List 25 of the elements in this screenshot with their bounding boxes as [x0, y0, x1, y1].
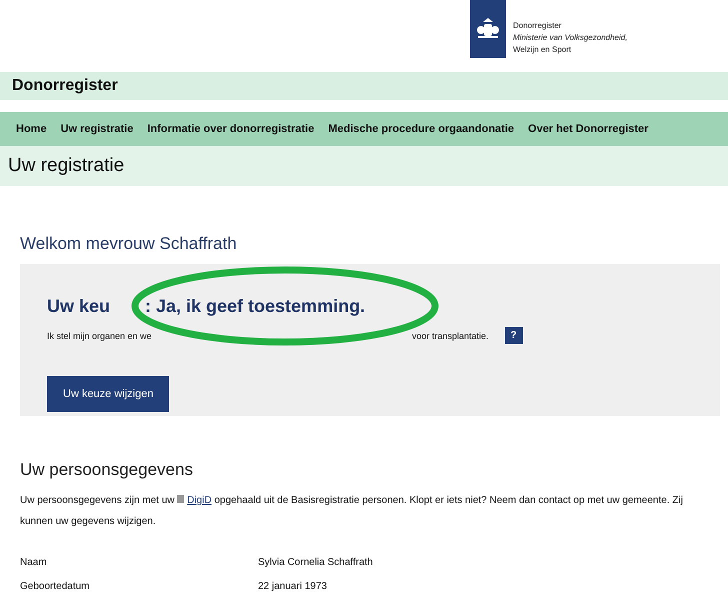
choice-text: voor transplantatie.	[412, 330, 489, 340]
change-choice-button[interactable]: Uw keuze wijzigen	[47, 376, 170, 412]
field-label: Naam	[20, 556, 48, 568]
digid-icon	[177, 495, 184, 503]
field-value: 22 januari 1973	[258, 580, 327, 592]
choice-heading: Uw keu	[47, 296, 110, 316]
page-title: Uw registratie	[8, 155, 124, 177]
logo-text: Donorregister	[513, 20, 562, 32]
site-title: Donorregister	[12, 77, 118, 95]
nav-link[interactable]: Over het Donorregister	[528, 123, 648, 135]
logo-text: Welzijn en Sport	[513, 44, 572, 56]
nav-link[interactable]: Informatie over donorregistratie	[147, 123, 314, 135]
info-paragraph: Uw persoonsgegevens zijn met uw DigiD opgehaald uit de Basisregistratie personen. Klopt er iets niet? Neem dan contact op met uw gemeente. Zij kunnen uw gegevens wijzigen.	[20, 494, 684, 529]
logo-text: Ministerie van Volksgezondheid,	[513, 32, 628, 44]
nav-link[interactable]: Medische procedure orgaandonatie	[328, 123, 514, 135]
field-value: Sylvia Cornelia Schaffrath	[258, 556, 373, 568]
choice-text: Ik stel mijn organen en we	[47, 330, 152, 340]
nav-link[interactable]: Uw registratie	[60, 123, 134, 135]
welcome-heading: Welkom mevrouw Schaffrath	[20, 234, 238, 254]
choice-heading: : Ja, ik geef toestemming.	[145, 296, 366, 317]
digid-link[interactable]: DigiD	[187, 495, 212, 506]
field-label: Geboortedatum	[20, 580, 90, 592]
nav-link[interactable]: Home	[16, 123, 47, 135]
help-button[interactable]: ?	[504, 327, 523, 344]
section-heading: Uw persoonsgegevens	[20, 460, 194, 480]
